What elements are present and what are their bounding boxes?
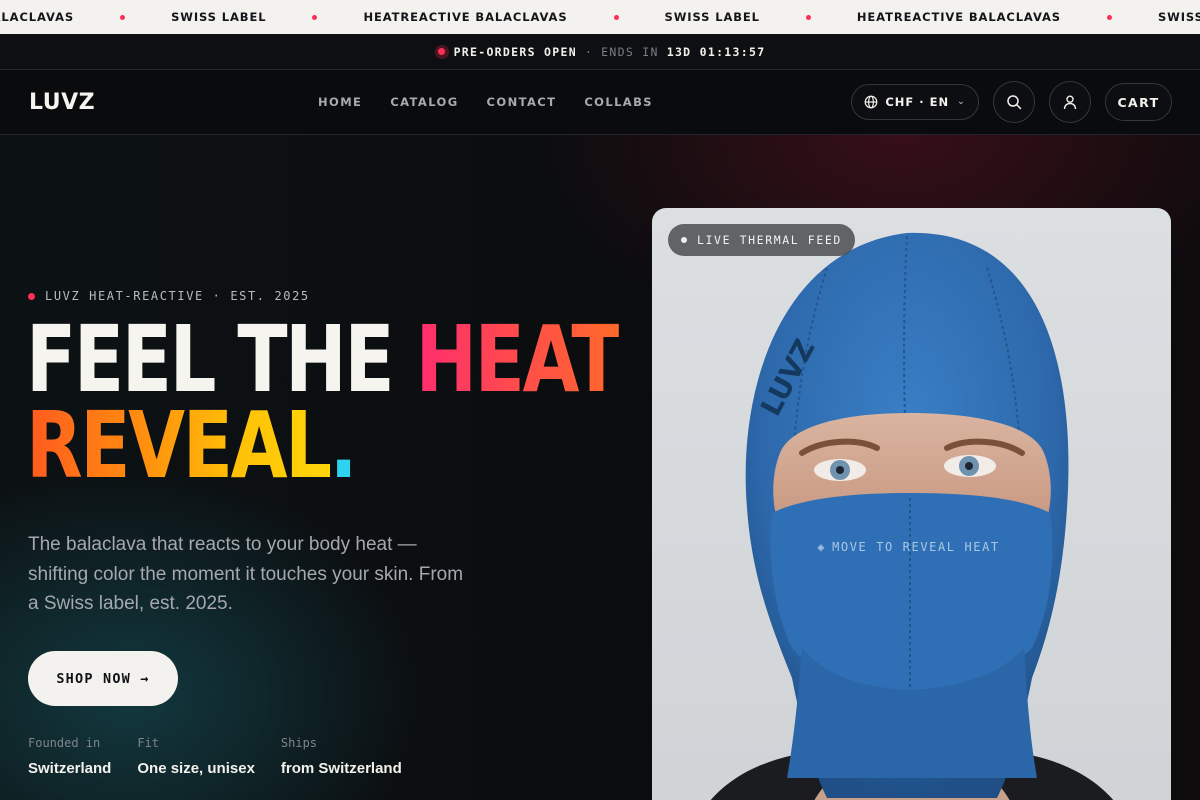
nav-collabs[interactable]: COLLABS <box>570 95 667 109</box>
account-button[interactable] <box>1049 81 1091 123</box>
headline-line-1: FEEL THE HEAT <box>26 314 622 406</box>
fact-label: Fit <box>137 736 160 750</box>
hero-eyebrow: LUVZ HEAT-REACTIVE · EST. 2025 <box>28 289 310 303</box>
product-thermal-image[interactable]: LUVZ LIVE THERMAL FEED ◈ MOVE TO REVEAL H… <box>652 208 1171 800</box>
headline-heat: HEAT <box>415 306 621 413</box>
reveal-hint: ◈ MOVE TO REVEAL HEAT <box>652 540 1171 554</box>
ticker-track: HEATREACTIVE BALACLAVAS SWISS LABEL HEAT… <box>0 0 1200 34</box>
ticker-item: SWISS LABEL <box>171 10 267 24</box>
ticker-dot <box>805 14 811 20</box>
fact-founded: Founded in Switzerland <box>28 736 111 777</box>
ticker-item: HEATREACTIVE BALACLAVAS <box>0 10 75 24</box>
nav-contact[interactable]: CONTACT <box>473 95 571 109</box>
ticker-dot <box>613 14 619 20</box>
main-nav: HOME CATALOG CONTACT COLLABS <box>304 70 667 134</box>
live-dot-icon <box>434 44 449 59</box>
nav-home[interactable]: HOME <box>304 95 376 109</box>
accent-dot-icon <box>28 292 35 300</box>
countdown-label: ENDS IN <box>601 44 659 59</box>
fact-value: from Switzerland <box>280 760 402 777</box>
ticker-item: HEATREACTIVE BALACLAVAS <box>856 10 1061 24</box>
fact-value: One size, unisex <box>137 760 255 777</box>
fact-ships: Ships from Switzerland <box>281 736 402 777</box>
ticker-dot <box>120 14 126 20</box>
hero-description: The balaclava that reacts to your body h… <box>28 534 464 614</box>
search-icon <box>1007 95 1022 110</box>
live-dot-icon <box>681 237 687 243</box>
diamond-icon: ◈ <box>817 540 827 554</box>
headline-line-2: REVEAL. <box>26 400 619 492</box>
ticker-item: SWISS LABEL <box>1157 10 1200 24</box>
balaclava-illustration: LUVZ <box>710 232 1114 800</box>
search-button[interactable] <box>993 81 1035 123</box>
preorder-status: PRE-ORDERS OPEN <box>453 44 577 59</box>
nav-catalog[interactable]: CATALOG <box>376 95 472 109</box>
hero-facts: Founded in Switzerland Fit One size, uni… <box>28 736 428 777</box>
shop-now-button[interactable]: SHOP NOW → <box>28 651 178 706</box>
ticker-item: SWISS LABEL <box>664 10 760 24</box>
headline-reveal: REVEAL <box>26 392 332 499</box>
user-icon <box>1063 95 1077 110</box>
globe-icon <box>864 95 878 109</box>
live-thermal-badge: LIVE THERMAL FEED <box>668 224 855 256</box>
ticker-dot <box>1106 14 1112 20</box>
cart-button[interactable]: CART <box>1105 83 1172 121</box>
marquee-ticker: HEATREACTIVE BALACLAVAS SWISS LABEL HEAT… <box>0 0 1200 34</box>
fact-value: Switzerland <box>28 760 112 777</box>
hero-headline: FEEL THE HEAT REVEAL. <box>26 314 622 492</box>
reveal-hint-text: MOVE TO REVEAL HEAT <box>832 540 1000 554</box>
currency-language-selector[interactable]: CHF · EN ⌄ <box>851 84 979 120</box>
site-header: LUVZ HOME CATALOG CONTACT COLLABS CHF · … <box>0 70 1200 135</box>
hero-section: LUVZ HEAT-REACTIVE · EST. 2025 FEEL THE … <box>0 135 1200 800</box>
chevron-down-icon: ⌄ <box>957 97 966 107</box>
brand-logo[interactable]: LUVZ <box>29 90 95 115</box>
currency-language-value: CHF · EN <box>885 95 950 109</box>
ticker-dot <box>312 14 318 20</box>
fact-fit: Fit One size, unisex <box>137 736 255 777</box>
headline-period: . <box>329 392 358 499</box>
ticker-item: HEATREACTIVE BALACLAVAS <box>363 10 568 24</box>
live-badge-label: LIVE THERMAL FEED <box>697 233 842 247</box>
eyebrow-text: LUVZ HEAT-REACTIVE · EST. 2025 <box>45 289 310 303</box>
announcement-bar: PRE-ORDERS OPEN · ENDS IN 13D 01:13:57 <box>0 34 1200 70</box>
countdown-timer: 13D 01:13:57 <box>666 44 766 59</box>
fact-label: Founded in <box>28 736 101 750</box>
fact-label: Ships <box>280 736 318 750</box>
announcement-separator: · <box>584 44 594 59</box>
